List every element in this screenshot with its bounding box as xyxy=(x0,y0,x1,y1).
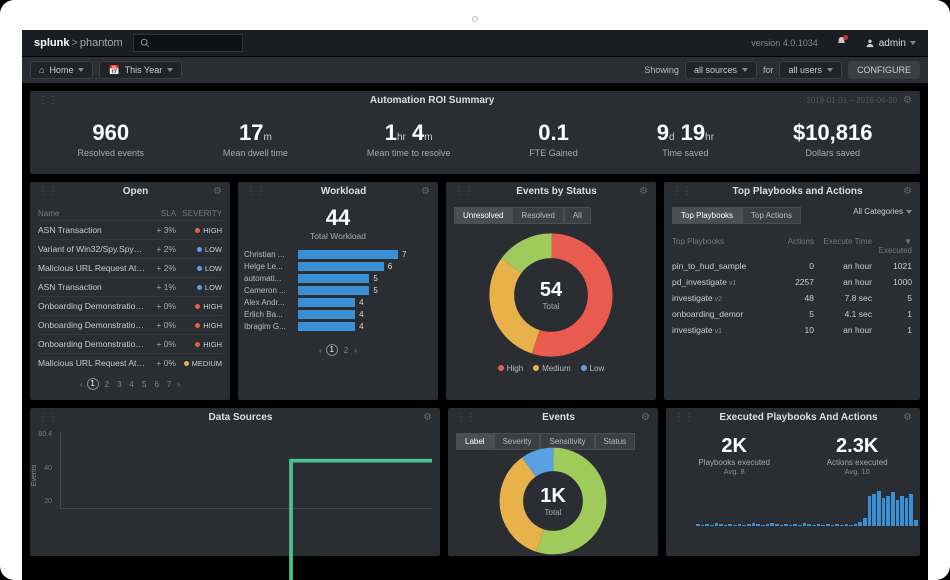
kpi: 17mMean dwell time xyxy=(223,122,288,158)
table-row[interactable]: Variant of Win32/Spy.SpyEye.AN+ 2%LOW xyxy=(38,239,222,258)
kpi: 9d 19hrTime saved xyxy=(657,122,714,158)
playbooks-panel: ⋮⋮Top Playbooks and Actions⚙ Top Playboo… xyxy=(664,182,920,400)
bar-row: Cameron ...5 xyxy=(244,286,432,295)
search-input[interactable] xyxy=(133,34,243,52)
bar-row: automati...5 xyxy=(244,274,432,283)
table-row[interactable]: Onboarding Demonstration Event+ 0%HIGH xyxy=(38,315,222,334)
table-row[interactable]: ASN Transaction+ 3%HIGH xyxy=(38,220,222,239)
bar-row: Christian ...7 xyxy=(244,250,432,259)
for-label: for xyxy=(763,65,774,75)
gear-icon[interactable]: ⚙ xyxy=(903,95,912,106)
kpi: 960Resolved events xyxy=(77,122,144,158)
kpi: $10,816Dollars saved xyxy=(793,122,873,158)
table-row[interactable]: ASN Transaction+ 1%LOW xyxy=(38,277,222,296)
topbar: splunk>phantom version 4.0.1034 admin xyxy=(22,30,928,57)
tab[interactable]: Label xyxy=(456,433,494,450)
drag-icon[interactable]: ⋮⋮ xyxy=(456,412,476,423)
bar-row: Ibragim G...4 xyxy=(244,322,432,331)
roi-panel: ⋮⋮ Automation ROI Summary 2019-01-01 – 2… xyxy=(30,91,920,174)
gear-icon[interactable]: ⚙ xyxy=(639,186,648,197)
gear-icon[interactable]: ⚙ xyxy=(213,186,222,197)
gear-icon[interactable]: ⚙ xyxy=(641,412,650,423)
table-row[interactable]: Malicious URL Request Attempt+ 0%MEDIUM xyxy=(38,353,222,372)
events-panel: ⋮⋮Events⚙ LabelSeveritySensitivityStatus… xyxy=(448,408,658,556)
period-select[interactable]: 📅This Year xyxy=(99,61,182,79)
pager[interactable]: ‹1234567› xyxy=(38,372,222,394)
version-label: version 4.0.1034 xyxy=(751,38,818,48)
gear-icon[interactable]: ⚙ xyxy=(903,412,912,423)
user-menu[interactable]: admin xyxy=(865,38,916,49)
drag-icon[interactable]: ⋮⋮ xyxy=(38,95,58,106)
table-row[interactable]: onboarding_demor54.1 sec1 xyxy=(672,306,912,322)
tab[interactable]: All xyxy=(564,207,591,224)
drag-icon[interactable]: ⋮⋮ xyxy=(38,412,58,423)
bar-row: Alex Andr...4 xyxy=(244,298,432,307)
table-row[interactable]: investigatev2487.8 sec5 xyxy=(672,290,912,306)
table-row[interactable]: Onboarding Demonstration Event+ 0%HIGH xyxy=(38,334,222,353)
users-select[interactable]: all users xyxy=(779,61,842,79)
workload-panel: ⋮⋮Workload⚙ 44Total Workload Christian .… xyxy=(238,182,438,400)
showing-label: Showing xyxy=(644,65,679,75)
notifications-icon[interactable] xyxy=(836,36,847,50)
gear-icon[interactable]: ⚙ xyxy=(423,412,432,423)
configure-button[interactable]: CONFIGURE xyxy=(848,61,920,79)
drag-icon[interactable]: ⋮⋮ xyxy=(454,186,474,197)
drag-icon[interactable]: ⋮⋮ xyxy=(246,186,266,197)
bar-row: Erlich Ba...4 xyxy=(244,310,432,319)
events-status-panel: ⋮⋮Events by Status⚙ UnresolvedResolvedAl… xyxy=(446,182,656,400)
table-row[interactable]: pin_to_hud_sample0an hour1021 xyxy=(672,258,912,274)
table-row[interactable]: Onboarding Demonstration Event+ 0%HIGH xyxy=(38,296,222,315)
tab[interactable]: Unresolved xyxy=(454,207,512,224)
table-row[interactable]: pd_investigatev12257an hour1000 xyxy=(672,274,912,290)
drag-icon[interactable]: ⋮⋮ xyxy=(672,186,692,197)
table-row[interactable]: investigatev110an hour1 xyxy=(672,322,912,338)
tab[interactable]: Resolved xyxy=(512,207,563,224)
tab[interactable]: Top Playbooks xyxy=(672,207,742,224)
drag-icon[interactable]: ⋮⋮ xyxy=(674,412,694,423)
home-button[interactable]: ⌂Home xyxy=(30,61,93,79)
gear-icon[interactable]: ⚙ xyxy=(421,186,430,197)
bar-row: Helge Le...6 xyxy=(244,262,432,271)
pager[interactable]: ‹12› xyxy=(238,338,438,360)
brand-logo: splunk>phantom xyxy=(34,37,123,49)
open-panel: ⋮⋮Open⚙ NameSLASEVERITY ASN Transaction+… xyxy=(30,182,230,400)
category-select[interactable]: All Categories xyxy=(853,207,912,216)
panel-title: Automation ROI Summary xyxy=(58,95,806,106)
kpi: 0.1FTE Gained xyxy=(529,122,578,158)
sources-select[interactable]: all sources xyxy=(685,61,757,79)
executed-panel: ⋮⋮Executed Playbooks And Actions⚙ 2KPlay… xyxy=(666,408,920,556)
tab[interactable]: Top Actions xyxy=(742,207,801,224)
navbar: ⌂Home 📅This Year Showing all sources for… xyxy=(22,57,928,83)
gear-icon[interactable]: ⚙ xyxy=(903,186,912,197)
drag-icon[interactable]: ⋮⋮ xyxy=(38,186,58,197)
kpi: 1hr 4mMean time to resolve xyxy=(367,122,451,158)
table-row[interactable]: Malicious URL Request Attempt+ 2%LOW xyxy=(38,258,222,277)
datasources-panel: ⋮⋮Data Sources⚙ Events 60.44020 xyxy=(30,408,440,556)
